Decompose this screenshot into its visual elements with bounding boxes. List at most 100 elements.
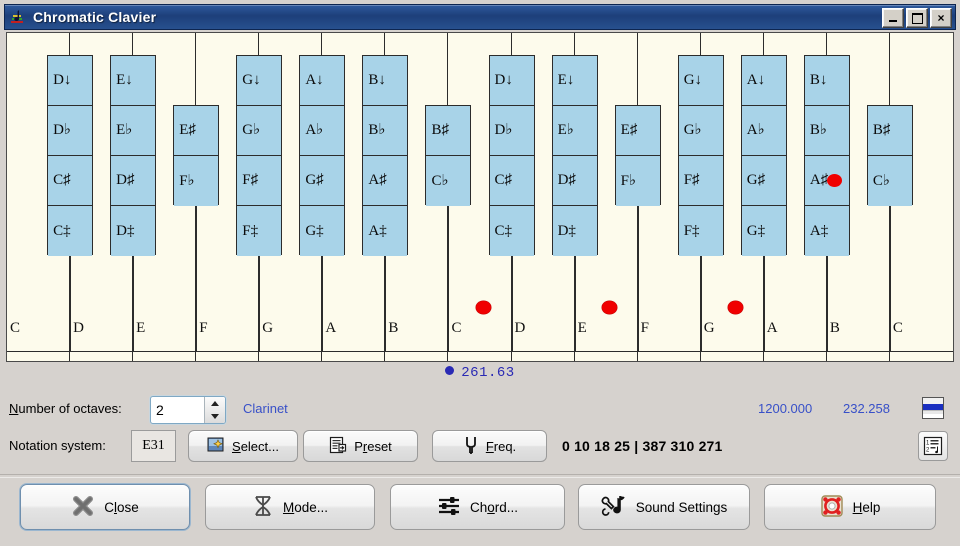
white-key-footer [196,351,259,361]
accidental-key[interactable]: F♯ [237,156,282,206]
accidental-key-stem [574,255,576,351]
accidental-key-stack[interactable]: D↓ D♭ C♯ C‡ [488,55,535,256]
accidental-key-label: E↓ [557,72,575,88]
freq-button[interactable]: Freq. [432,430,547,462]
accidental-key[interactable]: D♭ [48,106,93,156]
cents-total-value[interactable]: 1200.000 [758,401,812,416]
accidental-key[interactable]: G♭ [678,106,723,156]
accidental-key-stack[interactable]: B↓ B♭ A♯ A‡ [362,55,409,256]
accidental-key[interactable]: D♯ [111,156,156,206]
accidental-key[interactable]: C‡ [48,206,93,256]
spinner-down-button[interactable] [205,410,225,423]
accidental-key-label: A↓ [746,72,766,88]
preset-button[interactable]: Preset [303,430,418,462]
octaves-input[interactable] [151,397,204,423]
accidental-key[interactable]: G‡ [741,206,786,256]
accidental-key[interactable]: B♭ [363,106,408,156]
maximize-button[interactable] [906,8,928,28]
accidental-key[interactable]: C♭ [867,156,912,206]
accidental-key[interactable]: F‡ [678,206,723,256]
accidental-key[interactable]: G♯ [741,156,786,206]
white-key-label: B [829,320,840,336]
accidental-key[interactable]: A‡ [804,206,849,256]
accidental-key[interactable]: A↓ [741,56,786,106]
accidental-key[interactable]: F‡ [237,206,282,256]
accidental-key[interactable]: E♭ [111,106,156,156]
accidental-key[interactable]: E♯ [174,106,219,156]
chord-button[interactable]: Chord... [390,484,565,530]
accidental-key[interactable]: A♯ [363,156,408,206]
color-bar-icon[interactable] [922,397,944,419]
select-button[interactable]: Select... [188,430,298,462]
window-title: Chromatic Clavier [33,9,157,25]
spinner-up-button[interactable] [205,397,225,410]
accidental-key[interactable]: D♯ [552,156,597,206]
accidental-key-stack[interactable]: B♯ C♭ [425,105,472,206]
chromatic-clavier-window: Chromatic Clavier × C D E F G A B C D E F G A B C D↓ D♭ C… [0,0,960,546]
minimize-button[interactable] [882,8,904,28]
accidental-key[interactable]: B↓ [363,56,408,106]
clavier-keyboard[interactable]: C D E F G A B C D E F G A B C D↓ D♭ C♯ C‡ E↓ E♭ D♯ D‡ E♯ F♭ G↓ G♭ F… [6,32,954,362]
accidental-key-stack[interactable]: E↓ E♭ D♯ D‡ [110,55,157,256]
accidental-key-stack[interactable]: A↓ A♭ G♯ G‡ [299,55,346,256]
accidental-key[interactable]: C♭ [426,156,471,206]
mode-button[interactable]: Mode... [205,484,375,530]
white-key-label: G [703,320,715,336]
accidental-key[interactable]: D↓ [489,56,534,106]
accidental-key[interactable]: F♭ [615,156,660,206]
octaves-stepper[interactable] [150,396,226,424]
accidental-key[interactable]: A‡ [363,206,408,256]
accidental-key[interactable]: G↓ [237,56,282,106]
accidental-key-stack[interactable]: B↓ B♭ A♯ A‡ [803,55,850,256]
cents-step-value[interactable]: 232.258 [843,401,890,416]
accidental-key[interactable]: E♭ [552,106,597,156]
accidental-key[interactable]: G↓ [678,56,723,106]
accidental-key-stack[interactable]: E♯ F♭ [173,105,220,206]
accidental-key[interactable]: G‡ [300,206,345,256]
accidental-key[interactable]: C‡ [489,206,534,256]
accidental-key-label: D‡ [557,222,576,239]
accidental-key-stack[interactable]: G↓ G♭ F♯ F‡ [677,55,724,256]
section-divider [0,474,960,478]
accidental-key-stack[interactable]: A↓ A♭ G♯ G‡ [740,55,787,256]
accidental-key-stack[interactable]: E♯ F♭ [614,105,661,206]
accidental-key-stack[interactable]: G↓ G♭ F♯ F‡ [236,55,283,256]
accidental-key-label: E♯ [179,122,196,138]
white-key-label: C [451,320,462,336]
accidental-key[interactable]: F♯ [678,156,723,206]
accidental-key[interactable]: B↓ [804,56,849,106]
accidental-key[interactable]: G♯ [300,156,345,206]
accidental-key-stack[interactable]: B♯ C♭ [866,105,913,206]
accidental-key[interactable]: C♯ [48,156,93,206]
accidental-key[interactable]: A♭ [741,106,786,156]
accidental-key[interactable]: D↓ [48,56,93,106]
accidental-key[interactable]: E↓ [552,56,597,106]
numbered-list-icon[interactable]: 1 2 [918,431,948,461]
accidental-key[interactable]: E↓ [111,56,156,106]
accidental-key[interactable]: F♭ [174,156,219,206]
accidental-key[interactable]: C♯ [489,156,534,206]
sound-settings-button[interactable]: Sound Settings [578,484,750,530]
instrument-name[interactable]: Clarinet [243,401,288,416]
close-button[interactable]: Close [20,484,190,530]
accidental-key-label: A‡ [368,222,387,239]
accidental-key[interactable]: E♯ [615,106,660,156]
help-button[interactable]: Help [764,484,936,530]
accidental-key[interactable]: B♯ [426,106,471,156]
accidental-key-label: C♭ [431,172,449,189]
accidental-key[interactable]: B♯ [867,106,912,156]
accidental-key-stack[interactable]: E↓ E♭ D♯ D‡ [551,55,598,256]
white-key-footer [511,351,574,361]
accidental-key[interactable]: A♯ [804,156,849,206]
accidental-key-stack[interactable]: D↓ D♭ C♯ C‡ [47,55,94,256]
accidental-key[interactable]: A♭ [300,106,345,156]
accidental-key[interactable]: B♭ [804,106,849,156]
octaves-label-accel: N [9,401,19,416]
close-window-button[interactable]: × [930,8,952,28]
accidental-key[interactable]: G♭ [237,106,282,156]
accidental-key[interactable]: A↓ [300,56,345,106]
accidental-key[interactable]: D‡ [552,206,597,256]
accidental-key[interactable]: D♭ [489,106,534,156]
white-key-footer [826,351,889,361]
accidental-key[interactable]: D‡ [111,206,156,256]
